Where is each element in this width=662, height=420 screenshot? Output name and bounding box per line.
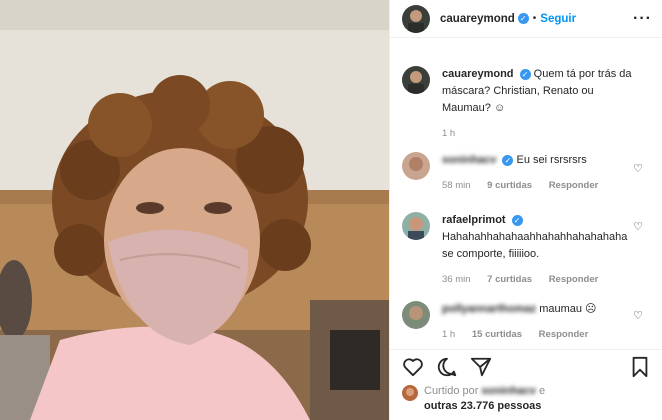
instagram-post: cauareymond ✓ • Seguir ··· cauareymond ✓… <box>0 0 662 420</box>
selfie-photo-illustration <box>0 0 389 420</box>
comment-avatar[interactable] <box>402 301 430 329</box>
post-header: cauareymond ✓ • Seguir ··· <box>390 0 662 38</box>
likes-summary: Curtido por soninhacv e outras 23.776 pe… <box>402 384 545 414</box>
comment-item: pollyannarthomaz maumau ☹ 1 h 15 curtida… <box>390 301 662 343</box>
comment-icon[interactable] <box>436 356 458 383</box>
comment-text: Hahahahhahahaahhahahhahahahaha se compor… <box>442 231 628 260</box>
comment-likes[interactable]: 9 curtidas <box>487 180 532 191</box>
bookmark-icon[interactable] <box>630 356 650 383</box>
verified-icon: ✓ <box>517 13 529 24</box>
author-username[interactable]: cauareymond <box>440 13 515 25</box>
author-avatar[interactable] <box>402 4 430 33</box>
likes-text: Curtido por soninhacv e outras 23.776 pe… <box>424 384 545 414</box>
comment-time[interactable]: 58 min <box>442 180 471 191</box>
comment-text-block: pollyannarthomaz maumau ☹ 1 h 15 curtida… <box>442 301 632 343</box>
comment-like-heart-icon[interactable]: ♡ <box>633 162 643 175</box>
verified-icon: ✓ <box>511 214 523 226</box>
caption: cauareymond ✓ Quem tá por trás da máscar… <box>390 66 662 142</box>
caption-meta: 1 h <box>442 125 632 142</box>
comment-meta: 36 min 7 curtidas Responder <box>442 271 632 288</box>
comment-like-heart-icon[interactable]: ♡ <box>633 220 643 233</box>
post-side-panel: cauareymond ✓ • Seguir ··· cauareymond ✓… <box>389 0 662 420</box>
comment-username[interactable]: rafaelprimot <box>442 214 506 226</box>
reply-button[interactable]: Responder <box>549 180 599 191</box>
comment-time[interactable]: 36 min <box>442 274 471 285</box>
comment-item: rafaelprimot ✓ Hahahahhahahaahhahahhahah… <box>390 212 662 288</box>
likes-prefix: Curtido por <box>424 385 479 397</box>
comment-like-heart-icon[interactable]: ♡ <box>633 309 643 322</box>
more-options-icon[interactable]: ··· <box>633 10 652 28</box>
caption-username[interactable]: cauareymond <box>442 68 514 80</box>
comment-text: Eu sei rsrsrsrs <box>516 154 587 166</box>
verified-icon: ✓ <box>519 68 531 80</box>
comment-item: soninhacv ✓ Eu sei rsrsrsrs 58 min 9 cur… <box>390 152 662 194</box>
caption-text-block: cauareymond ✓ Quem tá por trás da máscar… <box>442 66 632 142</box>
comment-avatar[interactable] <box>402 152 430 180</box>
separator-dot: • <box>532 13 537 24</box>
comment-avatar[interactable] <box>402 212 430 240</box>
comment-username[interactable]: soninhacv <box>442 154 496 166</box>
liker-avatar[interactable] <box>402 385 418 401</box>
share-icon[interactable] <box>470 356 492 383</box>
reply-button[interactable]: Responder <box>539 329 589 340</box>
post-actions-bar <box>390 349 662 389</box>
likes-suffix: e <box>538 385 546 397</box>
caption-avatar[interactable] <box>402 66 430 94</box>
caption-time[interactable]: 1 h <box>442 128 455 139</box>
comment-text-block: soninhacv ✓ Eu sei rsrsrsrs 58 min 9 cur… <box>442 152 632 194</box>
comment-time[interactable]: 1 h <box>442 329 455 340</box>
follow-button[interactable]: Seguir <box>540 13 576 25</box>
comment-text-block: rafaelprimot ✓ Hahahahhahahaahhahahhahah… <box>442 212 632 288</box>
comment-meta: 1 h 15 curtidas Responder <box>442 326 632 343</box>
comment-likes[interactable]: 7 curtidas <box>487 274 532 285</box>
post-photo[interactable] <box>0 0 389 420</box>
comment-meta: 58 min 9 curtidas Responder <box>442 177 632 194</box>
comment-text: maumau ☹ <box>539 303 597 315</box>
reply-button[interactable]: Responder <box>549 274 599 285</box>
heart-icon[interactable] <box>402 357 424 382</box>
comment-likes[interactable]: 15 curtidas <box>472 329 522 340</box>
comment-username[interactable]: pollyannarthomaz <box>442 303 536 315</box>
verified-icon: ✓ <box>502 154 514 166</box>
liker-username[interactable]: soninhacv <box>481 385 535 397</box>
likes-others[interactable]: outras 23.776 pessoas <box>424 400 541 412</box>
